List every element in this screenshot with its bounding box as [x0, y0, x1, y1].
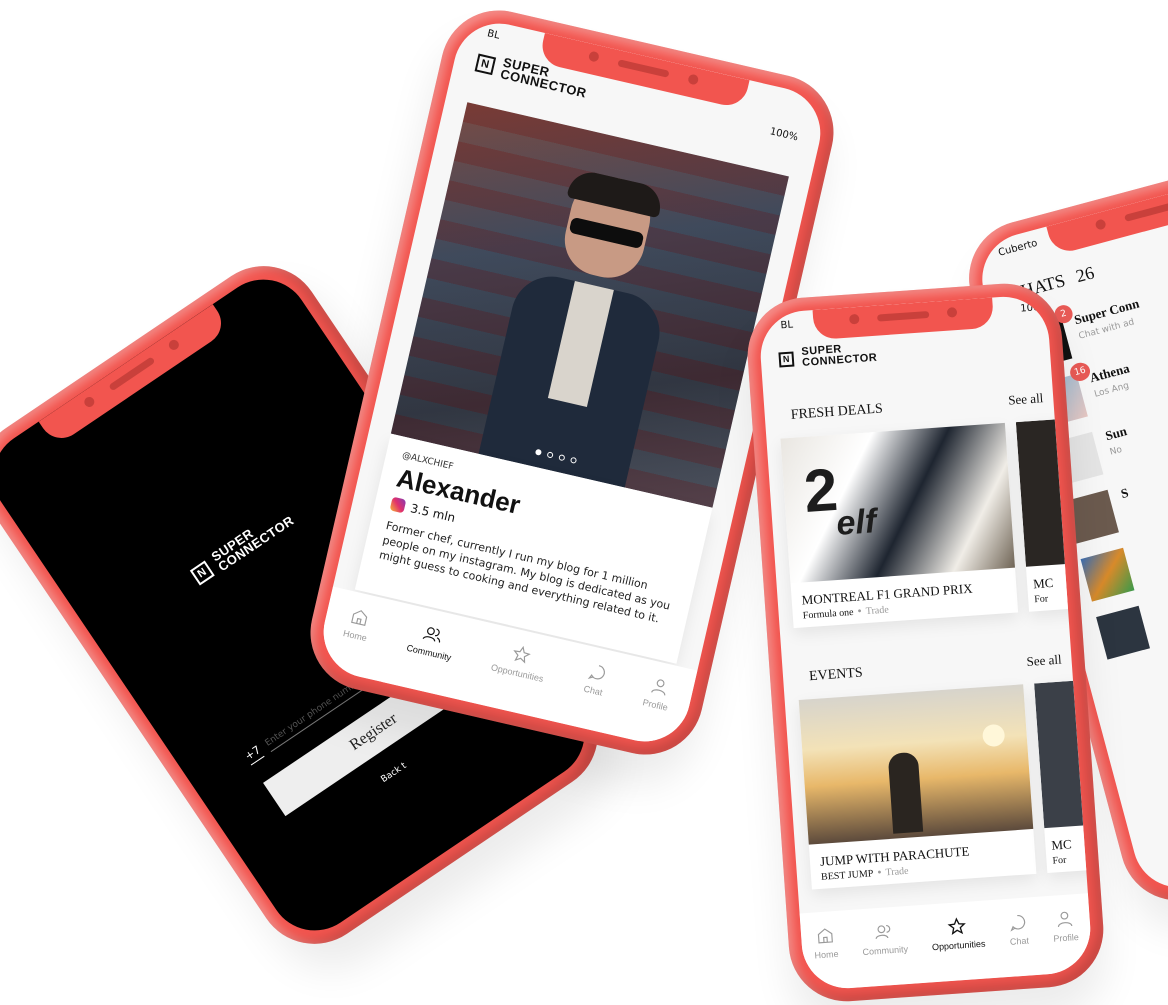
- community-icon: [423, 627, 441, 643]
- app-logo: N SUPER CONNECTOR: [778, 342, 878, 371]
- chat-icon: [587, 665, 605, 680]
- tab-profile[interactable]: Profile: [1051, 908, 1079, 944]
- event-image: [798, 684, 1034, 845]
- tab-label: Chat: [582, 683, 604, 698]
- tab-label: Community: [862, 943, 909, 958]
- chat-icon: [1010, 914, 1026, 932]
- country-code[interactable]: +7: [242, 743, 265, 766]
- back-link[interactable]: Back t: [380, 761, 409, 785]
- tab-home[interactable]: Home: [342, 605, 373, 644]
- instagram-icon: [389, 496, 407, 514]
- profile-icon: [650, 679, 665, 696]
- tab-community[interactable]: Community: [405, 619, 458, 663]
- avatar: [1080, 547, 1135, 602]
- tab-label: Chat: [1009, 935, 1030, 947]
- app-logo: N SUPER CONNECTOR: [188, 504, 297, 588]
- deal-card[interactable]: 2 elf MONTREAL F1 GRAND PRIX Formula one…: [780, 422, 1019, 629]
- register-label: Register: [346, 710, 401, 754]
- events-title: EVENTS: [808, 665, 864, 685]
- logo-line-2: CONNECTOR: [801, 351, 878, 369]
- home-icon: [350, 609, 367, 626]
- carrier-status: Cuberto: [997, 237, 1039, 259]
- star-icon: [948, 917, 967, 935]
- chats-count: 26: [1073, 262, 1097, 287]
- fresh-deals-see-all[interactable]: See all: [1008, 390, 1044, 408]
- deal-tag: Trade: [865, 604, 890, 618]
- signal-status: BL: [486, 28, 501, 42]
- tab-chat[interactable]: Chat: [1007, 912, 1029, 947]
- deal-tag: Formula one: [802, 606, 854, 622]
- tab-chat[interactable]: Chat: [582, 660, 609, 698]
- event-tag: BEST JUMP: [820, 868, 874, 883]
- tab-label: Community: [405, 642, 453, 663]
- deal-image: 2 elf: [780, 422, 1015, 584]
- chat-preview: No: [1108, 444, 1124, 458]
- chat-name: Sun: [1103, 423, 1129, 444]
- tab-opportunities[interactable]: Opportunities: [490, 639, 550, 684]
- avatar: [1096, 605, 1150, 660]
- star-icon: [513, 645, 531, 664]
- chat-name: S: [1119, 484, 1131, 502]
- opportunities-screen: BL 100% N SUPER CONNECTOR FRESH DEALS Se…: [757, 293, 1094, 992]
- logo-mark-icon: N: [778, 351, 795, 368]
- tab-opportunities[interactable]: Opportunities: [930, 915, 986, 953]
- tab-profile[interactable]: Profile: [642, 674, 675, 713]
- event-tag: Trade: [885, 865, 909, 879]
- logo-mark-icon: N: [474, 53, 497, 76]
- battery-status: 100%: [768, 126, 800, 144]
- tab-label: Profile: [641, 697, 669, 713]
- tab-label: Opportunities: [489, 662, 545, 685]
- tab-label: Opportunities: [931, 938, 986, 953]
- profile-icon: [1058, 911, 1073, 928]
- notch: [1046, 172, 1168, 256]
- signal-status: BL: [780, 319, 794, 332]
- event-card[interactable]: JUMP WITH PARACHUTE BEST JUMP • Trade: [798, 684, 1037, 890]
- tab-label: Profile: [1053, 932, 1080, 944]
- notch: [812, 297, 994, 341]
- tab-label: Home: [342, 628, 368, 644]
- notch: [38, 304, 230, 447]
- event-peek-title: MC: [1050, 836, 1073, 853]
- logo-mark-icon: N: [189, 560, 215, 586]
- tab-bar: Home Community Opportunities Chat Profil…: [799, 893, 1094, 992]
- battery-status: 100%: [1019, 301, 1050, 315]
- tab-home[interactable]: Home: [813, 925, 839, 961]
- community-icon: [875, 925, 891, 939]
- events-see-all[interactable]: See all: [1026, 652, 1062, 670]
- home-icon: [817, 928, 833, 944]
- fresh-deals-title: FRESH DEALS: [790, 401, 884, 423]
- tab-label: Home: [814, 948, 839, 961]
- opportunities-phone: BL 100% N SUPER CONNECTOR FRESH DEALS Se…: [743, 279, 1108, 1005]
- tab-community[interactable]: Community: [861, 920, 909, 958]
- event-card-peek[interactable]: MC For: [1034, 679, 1094, 874]
